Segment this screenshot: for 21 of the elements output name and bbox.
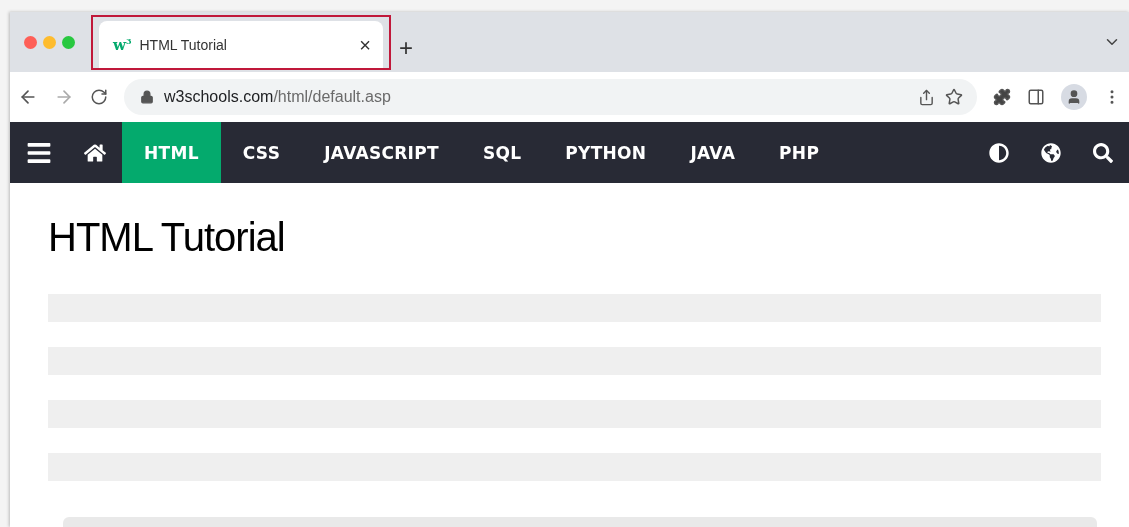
puzzle-icon[interactable]: [993, 88, 1011, 106]
nav-link[interactable]: JAVASCRIPT: [302, 122, 461, 183]
tab-title: HTML Tutorial: [139, 36, 228, 53]
lock-icon: [140, 90, 154, 104]
reload-icon[interactable]: [90, 88, 108, 106]
nav-link[interactable]: PHP: [757, 122, 842, 183]
site-logo: w$^{3}$: [113, 35, 132, 54]
nav-link[interactable]: JAVA: [668, 122, 758, 183]
new-tab-button[interactable]: +: [399, 36, 413, 60]
nav-link[interactable]: CSS: [220, 122, 303, 183]
address-field[interactable]: w3schools.com/html/default.asp: [124, 79, 977, 115]
page-heading: HTML Tutorial: [48, 215, 286, 260]
profile-avatar[interactable]: [1061, 84, 1087, 110]
side-panel-icon[interactable]: [1027, 88, 1045, 106]
share-icon[interactable]: [918, 88, 935, 106]
url-text: w3schools.com/html/default.asp: [164, 88, 392, 106]
nav-link[interactable]: PYTHON: [543, 122, 669, 183]
star-icon[interactable]: [945, 88, 963, 106]
close-tab-button[interactable]: ×: [359, 34, 371, 55]
browser-tab[interactable]: w$^{3}$ HTML Tutorial ×: [99, 21, 383, 68]
nav-link[interactable]: SQL: [460, 122, 544, 183]
